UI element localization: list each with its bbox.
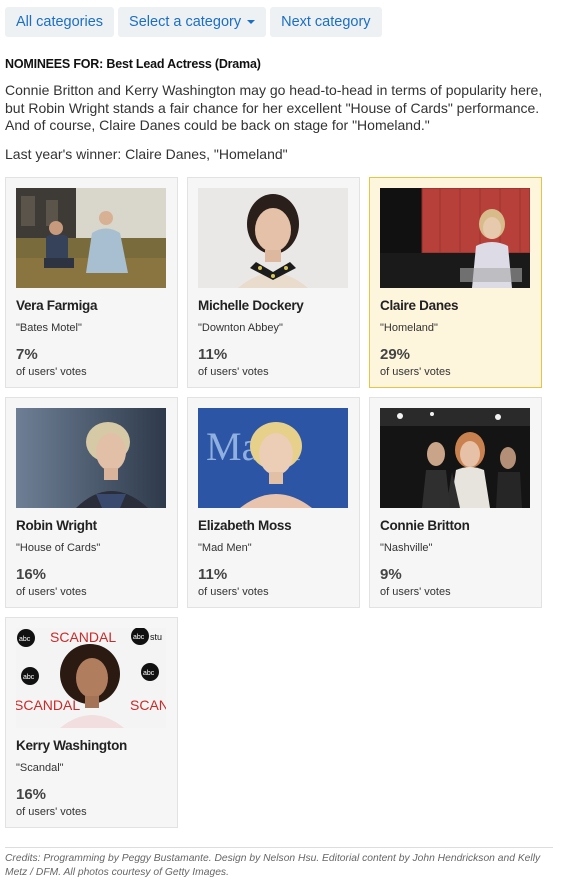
nominee-photo: Ma ra [198,408,348,508]
nominee-name: Elizabeth Moss [198,518,292,533]
nominee-name: Claire Danes [380,298,459,313]
nominee-vote-percent: 16% [16,786,47,803]
nominee-name: Connie Britton [380,518,470,533]
nominee-grid: Vera Farmiga "Bates Motel" 7% of users' … [5,177,555,828]
abc-logo-text: abc [23,674,35,681]
nominee-votes-label: of users' votes [16,806,87,818]
nominee-card-connie-britton[interactable]: Connie Britton "Nashville" 9% of users' … [369,397,542,608]
nominee-name: Michelle Dockery [198,298,304,313]
nominee-vote-percent: 11% [198,566,228,583]
next-category-button[interactable]: Next category [270,7,382,37]
nominee-vote-percent: 29% [380,346,411,363]
abc-logo-text: abc [133,634,145,641]
nominee-show: "Scandal" [16,762,64,774]
nominee-photo [16,408,166,508]
abc-logo-text: abc [143,670,155,677]
nominee-show: "Nashville" [380,542,433,554]
nominee-card-vera-farmiga[interactable]: Vera Farmiga "Bates Motel" 7% of users' … [5,177,178,388]
category-intro: Connie Britton and Kerry Washington may … [5,82,543,133]
scandal-logo-text: SCANDAL [16,697,80,713]
nominee-photo: abc abc stu SCANDAL SCANDAL SCAN abc abc [16,628,166,728]
nominee-photo [380,408,530,508]
scandal-logo-text: SCANDAL [50,629,116,645]
nominee-photo [198,188,348,288]
studio-text: stu [150,632,162,642]
nominee-show: "Mad Men" [198,542,252,554]
all-categories-button[interactable]: All categories [5,7,115,37]
footer-divider [5,847,553,848]
caret-down-icon [247,20,256,25]
nominee-card-robin-wright[interactable]: Robin Wright "House of Cards" 16% of use… [5,397,178,608]
nominee-votes-label: of users' votes [198,366,269,378]
nominee-show: "Homeland" [380,322,438,334]
nominee-votes-label: of users' votes [198,586,269,598]
nominee-votes-label: of users' votes [380,586,451,598]
nominee-name: Vera Farmiga [16,298,98,313]
category-heading: NOMINEES FOR: Best Lead Actress (Drama) [5,57,261,71]
nominee-votes-label: of users' votes [380,366,451,378]
nominee-show: "Bates Motel" [16,322,82,334]
nominee-vote-percent: 11% [198,346,228,363]
nominee-name: Robin Wright [16,518,97,533]
nominee-vote-percent: 9% [380,566,402,583]
abc-logo-text: abc [19,636,31,643]
credits: Credits: Programming by Peggy Bustamante… [5,853,541,878]
select-category-dropdown[interactable]: Select a category [118,7,267,37]
nominee-photo [16,188,166,288]
scandal-logo-text: SCAN [130,697,166,713]
nominee-votes-label: of users' votes [16,586,87,598]
nominee-show: "Downton Abbey" [198,322,283,334]
nominee-card-michelle-dockery[interactable]: Michelle Dockery "Downton Abbey" 11% of … [187,177,360,388]
last-year-winner: Last year's winner: Claire Danes, "Homel… [5,146,288,162]
nominee-votes-label: of users' votes [16,366,87,378]
nominee-show: "House of Cards" [16,542,101,554]
nominee-name: Kerry Washington [16,738,127,753]
select-category-label: Select a category [129,14,242,30]
nominee-card-claire-danes[interactable]: Claire Danes "Homeland" 29% of users' vo… [369,177,542,388]
category-nav: All categories Select a category Next ca… [5,7,382,37]
nominee-photo [380,188,530,288]
nominee-card-kerry-washington[interactable]: abc abc stu SCANDAL SCANDAL SCAN abc abc… [5,617,178,828]
nominee-vote-percent: 7% [16,346,38,363]
nominee-vote-percent: 16% [16,566,47,583]
nominee-card-elizabeth-moss[interactable]: Ma ra Elizabeth Moss "Mad Men" 11% of us… [187,397,360,608]
